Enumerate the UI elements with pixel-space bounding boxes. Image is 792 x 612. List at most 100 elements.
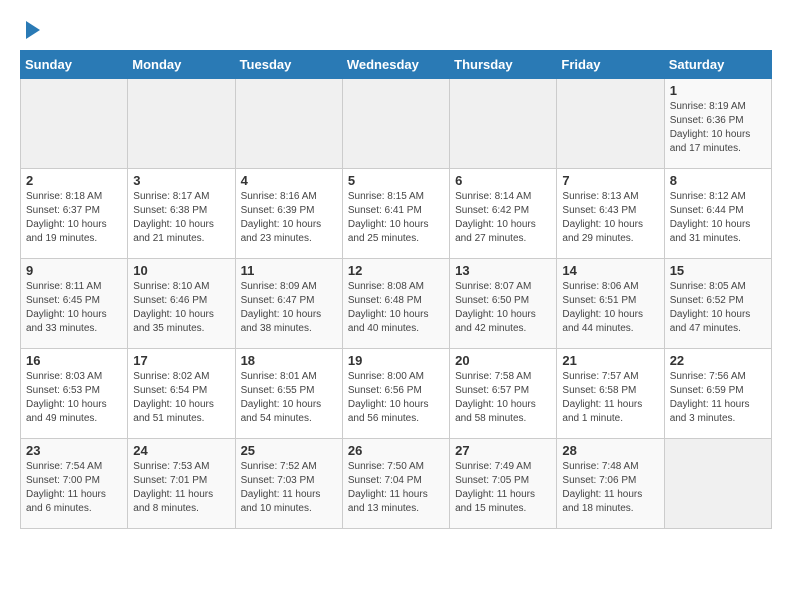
calendar-cell: 6 Sunrise: 8:14 AM Sunset: 6:42 PM Daylig… <box>450 168 557 258</box>
calendar-cell: 27 Sunrise: 7:49 AM Sunset: 7:05 PM Dayli… <box>450 438 557 528</box>
calendar-cell: 9 Sunrise: 8:11 AM Sunset: 6:45 PM Daylig… <box>21 258 128 348</box>
day-number: 6 <box>455 173 551 188</box>
day-number: 24 <box>133 443 229 458</box>
week-row-5: 23 Sunrise: 7:54 AM Sunset: 7:00 PM Dayli… <box>21 438 772 528</box>
calendar-cell: 17Sunrise: 8:02 AM Sunset: 6:54 PM Dayli… <box>128 348 235 438</box>
week-row-2: 2 Sunrise: 8:18 AM Sunset: 6:37 PM Daylig… <box>21 168 772 258</box>
calendar-cell: 19 Sunrise: 8:00 AM Sunset: 6:56 PM Dayli… <box>342 348 449 438</box>
calendar-cell: 26 Sunrise: 7:50 AM Sunset: 7:04 PM Dayli… <box>342 438 449 528</box>
day-number: 1 <box>670 83 766 98</box>
day-info: Sunrise: 7:49 AM Sunset: 7:05 PM Dayligh… <box>455 460 551 516</box>
day-number: 25 <box>241 443 337 458</box>
day-info: Sunrise: 8:16 AM Sunset: 6:39 PM Dayligh… <box>241 190 337 246</box>
calendar-cell: 2 Sunrise: 8:18 AM Sunset: 6:37 PM Daylig… <box>21 168 128 258</box>
header-sunday: Sunday <box>21 50 128 78</box>
day-info: Sunrise: 8:07 AM Sunset: 6:50 PM Dayligh… <box>455 280 551 336</box>
day-number: 2 <box>26 173 122 188</box>
day-info: Sunrise: 7:57 AM Sunset: 6:58 PM Dayligh… <box>562 370 658 426</box>
day-number: 12 <box>348 263 444 278</box>
week-row-3: 9 Sunrise: 8:11 AM Sunset: 6:45 PM Daylig… <box>21 258 772 348</box>
calendar-cell: 23 Sunrise: 7:54 AM Sunset: 7:00 PM Dayli… <box>21 438 128 528</box>
calendar-cell: 8 Sunrise: 8:12 AM Sunset: 6:44 PM Daylig… <box>664 168 771 258</box>
calendar-cell <box>450 78 557 168</box>
calendar-cell <box>557 78 664 168</box>
calendar-cell: 28 Sunrise: 7:48 AM Sunset: 7:06 PM Dayli… <box>557 438 664 528</box>
header-row: SundayMondayTuesdayWednesdayThursdayFrid… <box>21 50 772 78</box>
day-number: 21 <box>562 353 658 368</box>
day-info: Sunrise: 7:52 AM Sunset: 7:03 PM Dayligh… <box>241 460 337 516</box>
calendar-cell: 10Sunrise: 8:10 AM Sunset: 6:46 PM Dayli… <box>128 258 235 348</box>
day-info: Sunrise: 7:54 AM Sunset: 7:00 PM Dayligh… <box>26 460 122 516</box>
day-info: Sunrise: 7:56 AM Sunset: 6:59 PM Dayligh… <box>670 370 766 426</box>
day-number: 11 <box>241 263 337 278</box>
day-number: 5 <box>348 173 444 188</box>
header-thursday: Thursday <box>450 50 557 78</box>
day-info: Sunrise: 8:17 AM Sunset: 6:38 PM Dayligh… <box>133 190 229 246</box>
calendar-cell: 14 Sunrise: 8:06 AM Sunset: 6:51 PM Dayli… <box>557 258 664 348</box>
calendar-cell <box>664 438 771 528</box>
page-header <box>20 20 772 40</box>
header-monday: Monday <box>128 50 235 78</box>
day-info: Sunrise: 7:48 AM Sunset: 7:06 PM Dayligh… <box>562 460 658 516</box>
calendar-cell: 1 Sunrise: 8:19 AM Sunset: 6:36 PM Daylig… <box>664 78 771 168</box>
calendar-cell <box>235 78 342 168</box>
day-number: 9 <box>26 263 122 278</box>
day-info: Sunrise: 7:53 AM Sunset: 7:01 PM Dayligh… <box>133 460 229 516</box>
day-info: Sunrise: 7:50 AM Sunset: 7:04 PM Dayligh… <box>348 460 444 516</box>
day-number: 27 <box>455 443 551 458</box>
day-number: 13 <box>455 263 551 278</box>
calendar-cell: 18Sunrise: 8:01 AM Sunset: 6:55 PM Dayli… <box>235 348 342 438</box>
calendar-cell: 15 Sunrise: 8:05 AM Sunset: 6:52 PM Dayli… <box>664 258 771 348</box>
calendar-cell: 13 Sunrise: 8:07 AM Sunset: 6:50 PM Dayli… <box>450 258 557 348</box>
day-number: 28 <box>562 443 658 458</box>
day-info: Sunrise: 8:08 AM Sunset: 6:48 PM Dayligh… <box>348 280 444 336</box>
day-number: 23 <box>26 443 122 458</box>
week-row-4: 16 Sunrise: 8:03 AM Sunset: 6:53 PM Dayli… <box>21 348 772 438</box>
calendar-cell: 12 Sunrise: 8:08 AM Sunset: 6:48 PM Dayli… <box>342 258 449 348</box>
calendar-cell <box>342 78 449 168</box>
calendar-cell: 4 Sunrise: 8:16 AM Sunset: 6:39 PM Daylig… <box>235 168 342 258</box>
header-saturday: Saturday <box>664 50 771 78</box>
day-info: Sunrise: 8:13 AM Sunset: 6:43 PM Dayligh… <box>562 190 658 246</box>
day-info: Sunrise: 8:09 AM Sunset: 6:47 PM Dayligh… <box>241 280 337 336</box>
day-number: 10 <box>133 263 229 278</box>
day-info: Sunrise: 8:12 AM Sunset: 6:44 PM Dayligh… <box>670 190 766 246</box>
day-number: 18 <box>241 353 337 368</box>
day-info: Sunrise: 8:03 AM Sunset: 6:53 PM Dayligh… <box>26 370 122 426</box>
day-number: 3 <box>133 173 229 188</box>
header-tuesday: Tuesday <box>235 50 342 78</box>
calendar-cell <box>128 78 235 168</box>
day-info: Sunrise: 8:00 AM Sunset: 6:56 PM Dayligh… <box>348 370 444 426</box>
header-wednesday: Wednesday <box>342 50 449 78</box>
day-info: Sunrise: 8:18 AM Sunset: 6:37 PM Dayligh… <box>26 190 122 246</box>
logo <box>20 20 40 40</box>
day-number: 14 <box>562 263 658 278</box>
day-number: 20 <box>455 353 551 368</box>
day-info: Sunrise: 8:11 AM Sunset: 6:45 PM Dayligh… <box>26 280 122 336</box>
day-number: 17 <box>133 353 229 368</box>
day-number: 8 <box>670 173 766 188</box>
calendar-cell: 24 Sunrise: 7:53 AM Sunset: 7:01 PM Dayli… <box>128 438 235 528</box>
day-number: 26 <box>348 443 444 458</box>
day-number: 15 <box>670 263 766 278</box>
day-number: 19 <box>348 353 444 368</box>
day-info: Sunrise: 8:14 AM Sunset: 6:42 PM Dayligh… <box>455 190 551 246</box>
calendar-cell: 11 Sunrise: 8:09 AM Sunset: 6:47 PM Dayli… <box>235 258 342 348</box>
calendar-cell: 22Sunrise: 7:56 AM Sunset: 6:59 PM Dayli… <box>664 348 771 438</box>
logo-arrow-icon <box>26 21 40 39</box>
day-number: 4 <box>241 173 337 188</box>
day-info: Sunrise: 8:06 AM Sunset: 6:51 PM Dayligh… <box>562 280 658 336</box>
day-info: Sunrise: 8:05 AM Sunset: 6:52 PM Dayligh… <box>670 280 766 336</box>
calendar-cell: 20 Sunrise: 7:58 AM Sunset: 6:57 PM Dayli… <box>450 348 557 438</box>
calendar-cell: 21 Sunrise: 7:57 AM Sunset: 6:58 PM Dayli… <box>557 348 664 438</box>
calendar-cell: 5 Sunrise: 8:15 AM Sunset: 6:41 PM Daylig… <box>342 168 449 258</box>
calendar-table: SundayMondayTuesdayWednesdayThursdayFrid… <box>20 50 772 529</box>
calendar-cell: 3 Sunrise: 8:17 AM Sunset: 6:38 PM Daylig… <box>128 168 235 258</box>
day-number: 16 <box>26 353 122 368</box>
day-info: Sunrise: 7:58 AM Sunset: 6:57 PM Dayligh… <box>455 370 551 426</box>
calendar-cell: 16 Sunrise: 8:03 AM Sunset: 6:53 PM Dayli… <box>21 348 128 438</box>
day-info: Sunrise: 8:15 AM Sunset: 6:41 PM Dayligh… <box>348 190 444 246</box>
day-info: Sunrise: 8:19 AM Sunset: 6:36 PM Dayligh… <box>670 100 766 156</box>
day-number: 7 <box>562 173 658 188</box>
header-friday: Friday <box>557 50 664 78</box>
